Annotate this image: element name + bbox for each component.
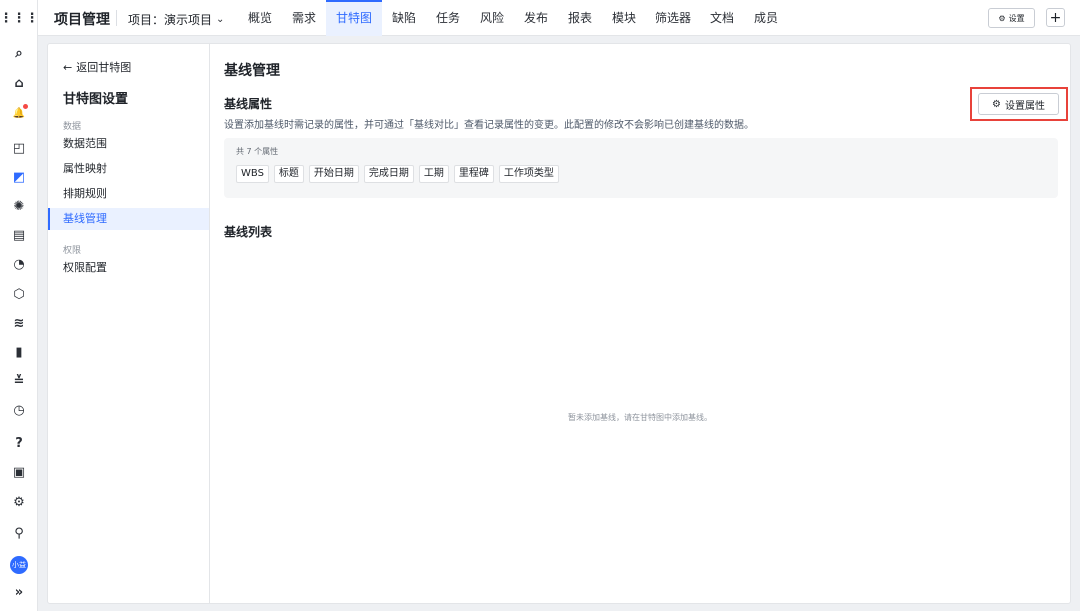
project-select[interactable]: 项目：演示项目 ⌄: [128, 11, 224, 28]
set-attributes-label: 设置属性: [1004, 100, 1045, 112]
app-title: 项目管理: [54, 12, 110, 28]
sidebar-title: 甘特图设置: [63, 92, 129, 107]
sidebar-item-data-range[interactable]: 数据范围: [48, 133, 209, 155]
expand-rail-icon[interactable]: »: [0, 580, 38, 604]
settings-sidebar: ← 返回甘特图 甘特图设置 数据 数据范围 属性映射 排期规则 基线管理 权限 …: [48, 44, 210, 603]
tab-requirements[interactable]: 需求: [282, 0, 326, 36]
settings-button-label: 设置: [1008, 13, 1025, 23]
clock-icon[interactable]: ◷: [0, 398, 38, 422]
tab-members[interactable]: 成员: [744, 0, 788, 36]
checklist-icon[interactable]: ≚: [0, 369, 38, 393]
bug-icon[interactable]: ✺: [0, 194, 38, 218]
sidebar-item-scheduling-rules[interactable]: 排期规则: [48, 183, 209, 205]
title-divider: [116, 10, 117, 26]
tab-tasks[interactable]: 任务: [426, 0, 470, 36]
notification-dot: [23, 104, 28, 109]
sidebar-item-baseline-management[interactable]: 基线管理: [48, 208, 209, 230]
sidebar-group-permissions: 权限: [63, 246, 82, 256]
tab-reports[interactable]: 报表: [558, 0, 602, 36]
gear-icon: ⚙: [992, 98, 1001, 110]
cube-icon[interactable]: ⬡: [0, 282, 38, 306]
help-icon[interactable]: ?: [0, 431, 38, 455]
attribute-chip: WBS: [236, 165, 269, 183]
settings-card: ← 返回甘特图 甘特图设置 数据 数据范围 属性映射 排期规则 基线管理 权限 …: [47, 43, 1071, 604]
tab-docs[interactable]: 文档: [700, 0, 744, 36]
attribute-count: 共 7 个属性: [236, 147, 279, 156]
search-icon[interactable]: ⌕: [0, 41, 38, 65]
project-select-label: 项目：演示项目: [128, 13, 213, 27]
add-button[interactable]: +: [1046, 8, 1065, 27]
top-bar: 项目管理 项目：演示项目 ⌄ 概览 需求 甘特图 缺陷 任务 风险 发布 报表 …: [38, 0, 1080, 36]
attributes-panel: 共 7 个属性 WBS 标题 开始日期 完成日期 工期 里程碑 工作项类型: [224, 138, 1058, 198]
empty-state-text: 暂未添加基线，请在甘特图中添加基线。: [568, 413, 712, 422]
attribute-chip: 里程碑: [453, 165, 494, 183]
home-icon[interactable]: ⌂: [0, 71, 38, 95]
dashboard-icon[interactable]: ◔: [0, 252, 38, 276]
gear-icon[interactable]: ⚙: [0, 490, 38, 514]
tab-modules[interactable]: 模块: [602, 0, 646, 36]
baseline-attributes-description: 设置添加基线时需记录的属性，并可通过「基线对比」查看记录属性的变更。此配置的修改…: [224, 120, 754, 131]
tab-filters[interactable]: 筛选器: [646, 0, 700, 36]
gear-icon: ⚙: [998, 13, 1006, 23]
bar-chart-icon[interactable]: ▮: [0, 340, 38, 364]
sidebar-group-data: 数据: [63, 122, 82, 132]
attribute-chip-list: WBS 标题 开始日期 完成日期 工期 里程碑 工作项类型: [236, 165, 559, 183]
attribute-chip: 工作项类型: [498, 165, 559, 183]
add-user-icon[interactable]: ⚲: [0, 521, 38, 545]
project-icon[interactable]: ◩: [0, 165, 38, 189]
chevron-down-icon: ⌄: [216, 14, 225, 25]
arrow-left-icon: ←: [63, 60, 73, 74]
attribute-chip: 工期: [418, 165, 449, 183]
tab-overview[interactable]: 概览: [238, 0, 282, 36]
inbox-icon[interactable]: ▣: [0, 460, 38, 484]
back-to-gantt-link[interactable]: ← 返回甘特图: [63, 59, 131, 75]
page-title: 基线管理: [224, 63, 280, 79]
sidebar-item-permission-config[interactable]: 权限配置: [48, 257, 209, 279]
tab-gantt[interactable]: 甘特图: [326, 0, 382, 36]
attribute-chip: 完成日期: [363, 165, 414, 183]
left-rail: ⋮⋮⋮ ⌕ ⌂ 🔔 ◰ ◩ ✺ ▤ ◔ ⬡ ≋ ▮ ≚ ◷ ? ▣ ⚙ ⚲ 小益…: [0, 0, 39, 611]
attribute-chip: 开始日期: [308, 165, 359, 183]
tab-releases[interactable]: 发布: [514, 0, 558, 36]
baseline-attributes-title: 基线属性: [224, 97, 273, 111]
back-link-label: 返回甘特图: [76, 61, 132, 74]
settings-button[interactable]: ⚙ 设置: [988, 8, 1035, 28]
baseline-list-title: 基线列表: [224, 225, 273, 239]
sidebar-item-attribute-mapping[interactable]: 属性映射: [48, 158, 209, 180]
tab-defects[interactable]: 缺陷: [382, 0, 426, 36]
document-icon[interactable]: ◰: [0, 136, 38, 160]
apps-grid-icon[interactable]: ⋮⋮⋮: [0, 6, 39, 30]
main-content: 基线管理 基线属性 设置添加基线时需记录的属性，并可通过「基线对比」查看记录属性…: [210, 44, 1070, 603]
set-attributes-button[interactable]: ⚙ 设置属性: [978, 93, 1059, 115]
bell-icon[interactable]: 🔔: [0, 101, 38, 125]
tab-risks[interactable]: 风险: [470, 0, 514, 36]
wiki-icon[interactable]: ▤: [0, 223, 38, 247]
avatar[interactable]: 小益: [10, 556, 28, 574]
attribute-chip: 标题: [273, 165, 304, 183]
sleep-icon[interactable]: ≋: [0, 311, 38, 335]
